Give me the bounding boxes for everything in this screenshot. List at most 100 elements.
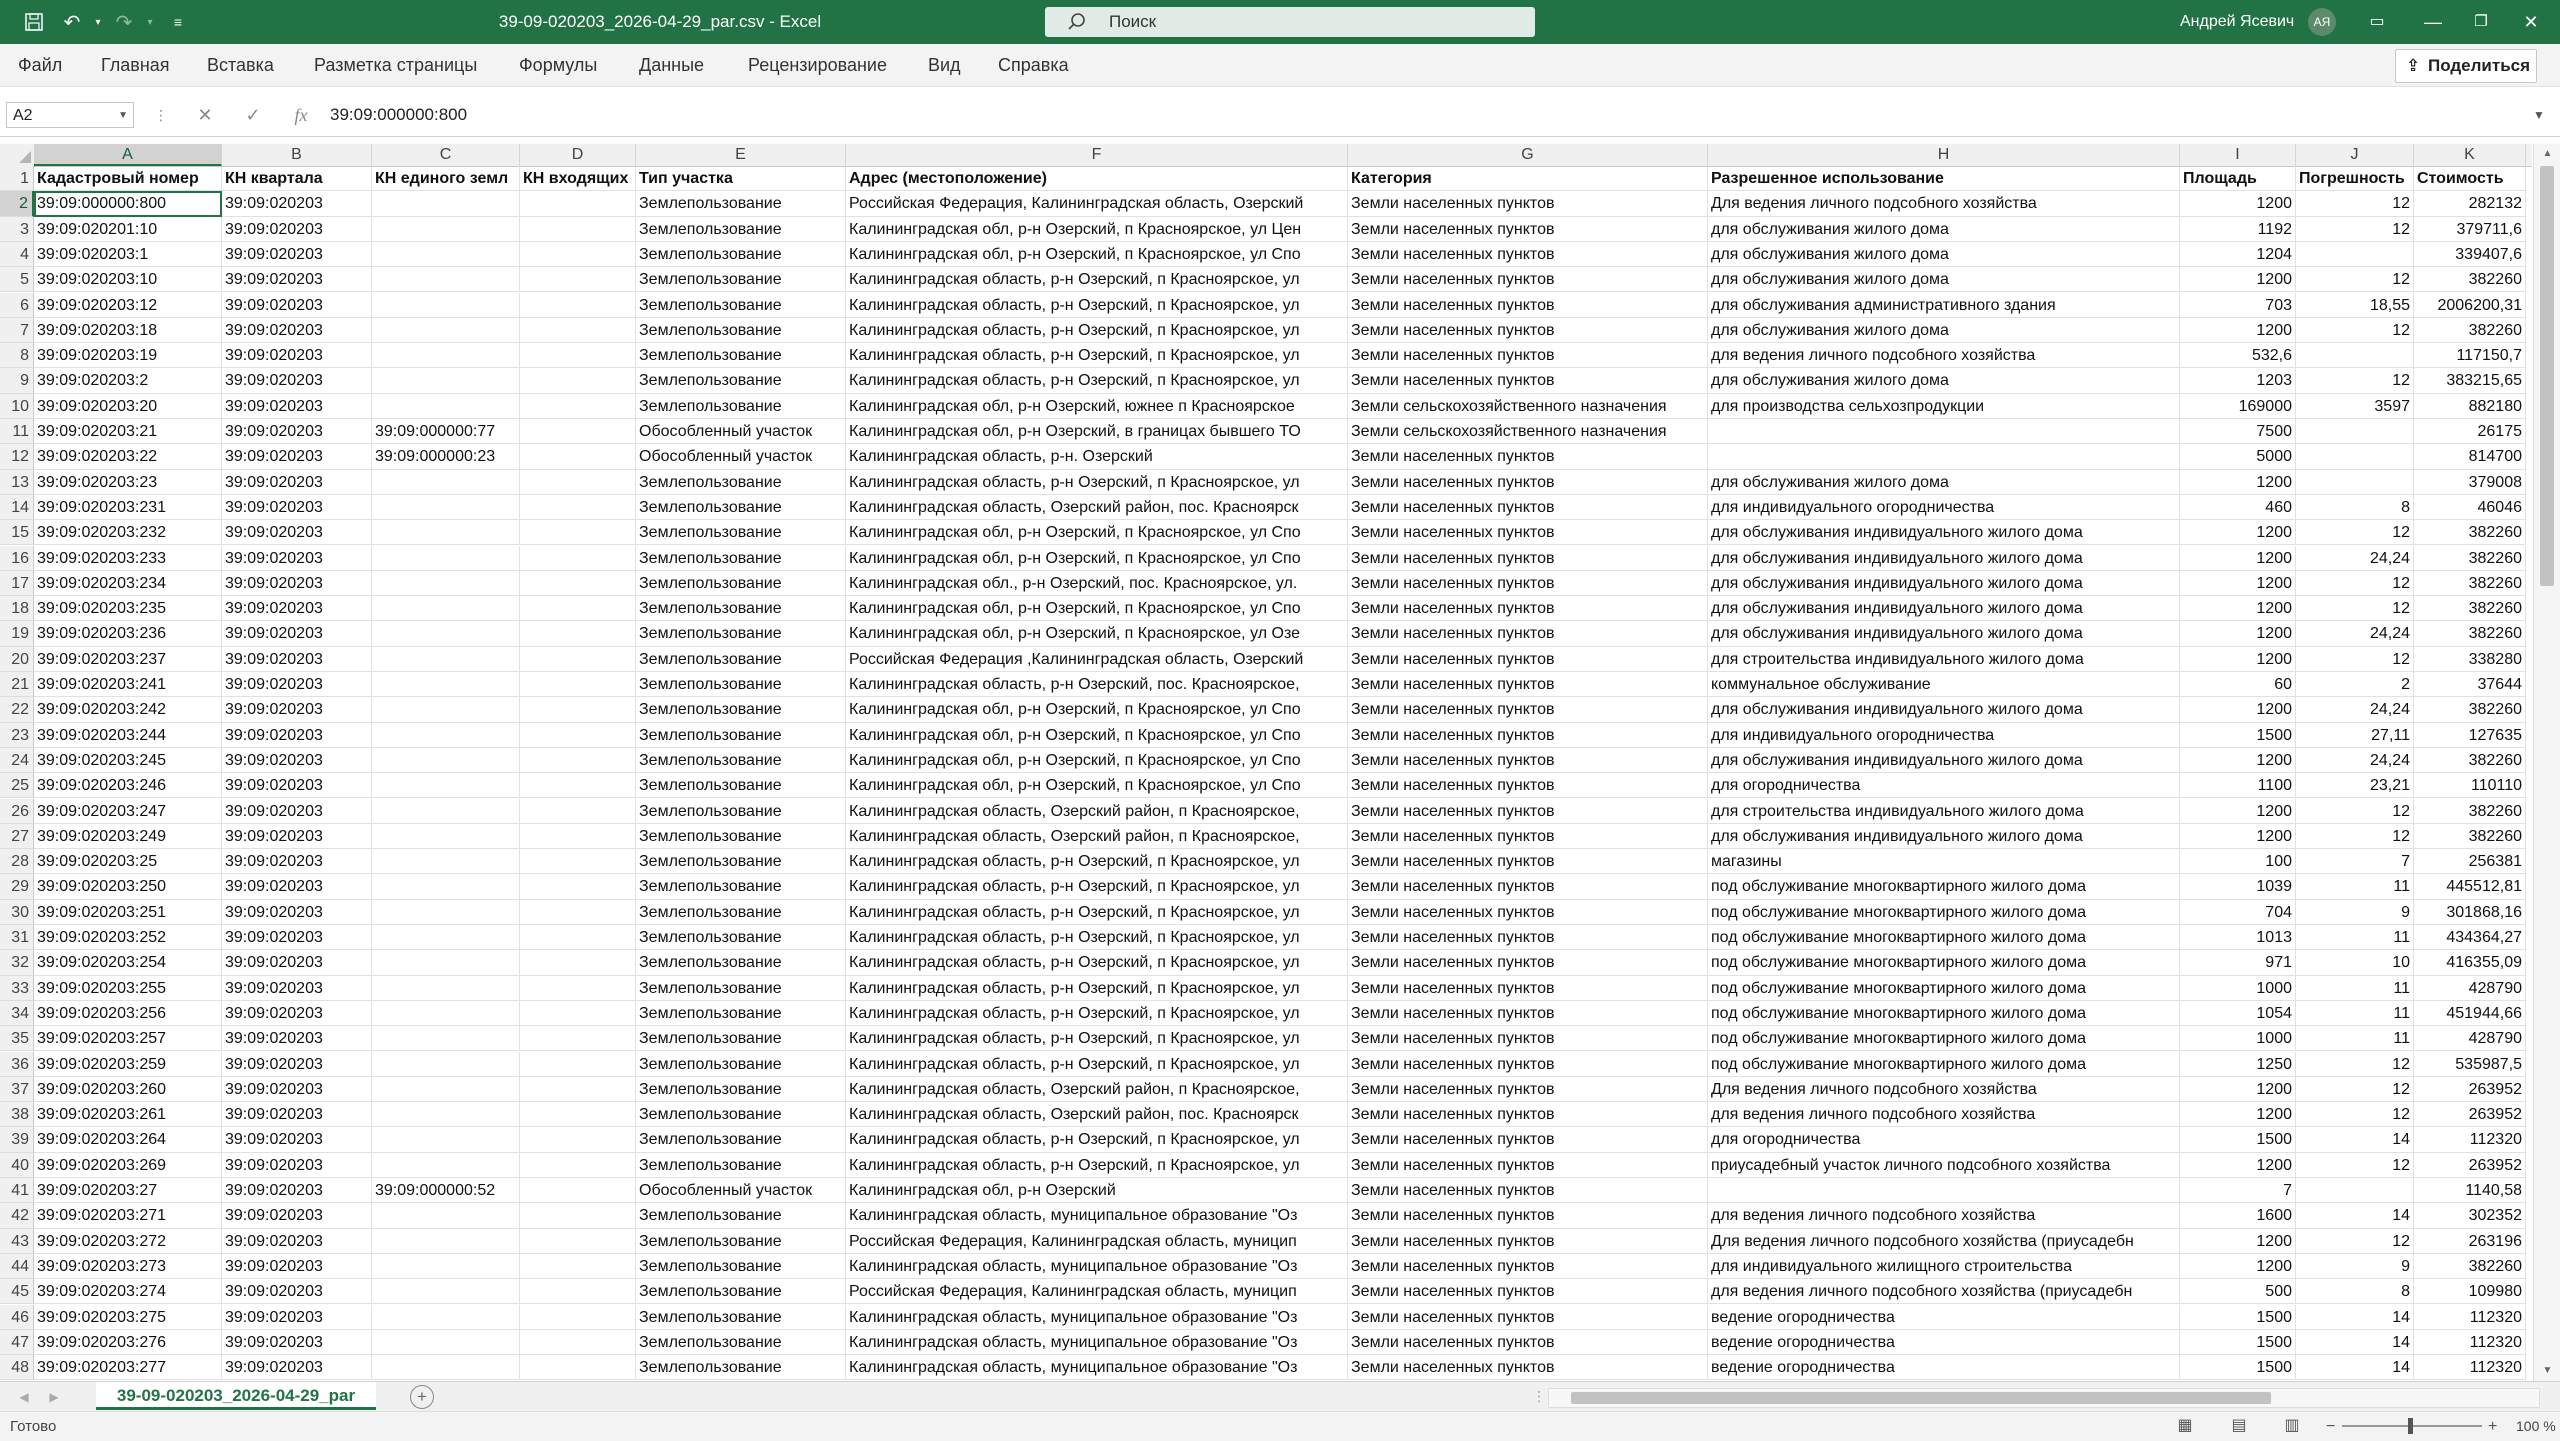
table-cell[interactable]: 39:09:020203:274 — [34, 1279, 222, 1305]
table-cell[interactable]: Землепользование — [636, 950, 846, 976]
table-cell[interactable]: 24,24 — [2296, 621, 2414, 647]
table-cell[interactable] — [520, 1203, 636, 1229]
table-cell[interactable]: 39:09:020203:261 — [34, 1102, 222, 1128]
table-cell[interactable] — [520, 1076, 636, 1103]
tab-formulas[interactable]: Формулы — [519, 44, 597, 86]
table-cell[interactable] — [372, 317, 520, 344]
insert-function-icon[interactable]: fx — [286, 102, 316, 128]
select-all-corner[interactable] — [0, 144, 35, 166]
table-cell[interactable]: 339407,6 — [2414, 241, 2526, 268]
table-cell[interactable]: 379008 — [2414, 469, 2526, 495]
table-cell[interactable]: Калининградская область, Озерский район,… — [846, 1102, 1348, 1128]
table-cell[interactable]: 39:09:020203 — [222, 1000, 372, 1027]
row-header[interactable]: 6 — [0, 292, 34, 318]
table-cell[interactable] — [372, 1253, 520, 1280]
table-cell[interactable]: 39:09:020203:260 — [34, 1076, 222, 1103]
table-cell[interactable]: Землепользование — [636, 596, 846, 622]
table-cell[interactable]: Землепользование — [636, 1228, 846, 1254]
table-cell[interactable]: для обслуживания административного здани… — [1708, 292, 2180, 318]
table-cell[interactable]: под обслуживание многоквартирного жилого… — [1708, 1051, 2180, 1077]
table-cell[interactable] — [372, 1102, 520, 1128]
table-cell[interactable]: Калининградская область, р-н Озерский, п… — [846, 899, 1348, 925]
table-cell[interactable]: Землепользование — [636, 747, 846, 774]
row-header[interactable]: 21 — [0, 672, 34, 698]
table-cell[interactable]: 12 — [2296, 317, 2414, 344]
table-cell[interactable]: Калининградская область, муниципальное о… — [846, 1329, 1348, 1356]
vertical-scroll-thumb[interactable] — [2540, 166, 2554, 586]
table-cell[interactable] — [372, 241, 520, 268]
table-cell[interactable]: 39:09:020203 — [222, 874, 372, 900]
table-cell[interactable]: 382260 — [2414, 697, 2526, 723]
table-cell[interactable]: Землепользование — [636, 317, 846, 344]
column-title-cell[interactable]: Тип участка — [636, 166, 846, 192]
table-cell[interactable]: Землепользование — [636, 1279, 846, 1305]
table-cell[interactable]: Землепользование — [636, 1152, 846, 1178]
table-cell[interactable] — [372, 1304, 520, 1330]
table-cell[interactable]: 12 — [2296, 191, 2414, 217]
table-cell[interactable]: Землепользование — [636, 925, 846, 951]
row-header[interactable]: 24 — [0, 747, 34, 774]
vertical-scrollbar[interactable]: ▲ ▼ — [2533, 144, 2560, 1381]
table-cell[interactable]: 39:09:020203:241 — [34, 672, 222, 698]
table-cell[interactable] — [372, 596, 520, 622]
row-header[interactable]: 18 — [0, 596, 34, 622]
column-header-j[interactable]: J — [2296, 144, 2414, 166]
table-cell[interactable]: 39:09:020203 — [222, 747, 372, 774]
spreadsheet-grid[interactable]: ABCDEFGHIJK 1 Кадастровый номер КН квартал… — [0, 144, 2532, 1381]
table-cell[interactable] — [372, 393, 520, 419]
row-header[interactable]: 14 — [0, 494, 34, 521]
table-cell[interactable]: Калининградская область, р-н Озерский, п… — [846, 950, 1348, 976]
table-cell[interactable]: 1200 — [2180, 621, 2296, 647]
row-header[interactable]: 19 — [0, 621, 34, 647]
table-cell[interactable]: 882180 — [2414, 393, 2526, 419]
table-cell[interactable]: Земли населенных пунктов — [1348, 1304, 1708, 1330]
table-cell[interactable]: Землепользование — [636, 368, 846, 394]
table-cell[interactable] — [1708, 1178, 2180, 1204]
redo-dropdown-icon[interactable]: ▾ — [136, 8, 164, 36]
table-cell[interactable]: 39:09:000000:77 — [372, 419, 520, 445]
table-cell[interactable]: 9 — [2296, 1253, 2414, 1280]
row-header[interactable]: 8 — [0, 343, 34, 369]
table-cell[interactable]: Землепользование — [636, 849, 846, 875]
table-cell[interactable]: Земли населенных пунктов — [1348, 191, 1708, 217]
table-cell[interactable]: Калининградская область, муниципальное о… — [846, 1304, 1348, 1330]
table-cell[interactable]: Калининградская область, р-н Озерский, п… — [846, 317, 1348, 344]
table-cell[interactable]: 1140,58 — [2414, 1178, 2526, 1204]
column-title-cell[interactable]: КН единого земл — [372, 166, 520, 192]
table-cell[interactable]: Калининградская область, р-н Озерский, п… — [846, 368, 1348, 394]
table-cell[interactable] — [520, 469, 636, 495]
table-cell[interactable] — [372, 267, 520, 293]
table-cell[interactable]: 39:09:020203:273 — [34, 1253, 222, 1280]
table-cell[interactable]: 1500 — [2180, 722, 2296, 748]
table-cell[interactable]: 39:09:020203 — [222, 343, 372, 369]
table-cell[interactable] — [372, 849, 520, 875]
undo-dropdown-icon[interactable]: ▾ — [84, 8, 112, 36]
row-header[interactable]: 37 — [0, 1076, 34, 1103]
table-cell[interactable]: 39:09:020203:244 — [34, 722, 222, 748]
table-cell[interactable]: для обслуживания индивидуального жилого … — [1708, 697, 2180, 723]
row-header[interactable]: 27 — [0, 823, 34, 850]
table-cell[interactable]: 39:09:020203:254 — [34, 950, 222, 976]
table-cell[interactable]: Калининградская обл., р-н Озерский, пос.… — [846, 570, 1348, 597]
table-cell[interactable]: 39:09:020203 — [222, 1203, 372, 1229]
table-cell[interactable] — [520, 494, 636, 521]
table-cell[interactable]: 39:09:020203:21 — [34, 419, 222, 445]
table-cell[interactable]: 338280 — [2414, 646, 2526, 672]
table-cell[interactable]: 39:09:020203 — [222, 494, 372, 521]
table-cell[interactable]: 1000 — [2180, 975, 2296, 1001]
close-icon[interactable]: ✕ — [2506, 0, 2556, 44]
table-cell[interactable]: 39:09:020203:275 — [34, 1304, 222, 1330]
table-cell[interactable]: для индивидуального огородничества — [1708, 722, 2180, 748]
row-header[interactable]: 46 — [0, 1304, 34, 1330]
table-cell[interactable]: 39:09:020203 — [222, 621, 372, 647]
table-cell[interactable]: Земли сельскохозяйственного назначения — [1348, 419, 1708, 445]
table-cell[interactable]: 39:09:020203:25 — [34, 849, 222, 875]
table-cell[interactable]: Земли населенных пунктов — [1348, 1329, 1708, 1356]
sheet-tab[interactable]: 39-09-020203_2026-04-29_par — [96, 1382, 376, 1410]
row-header[interactable]: 17 — [0, 570, 34, 597]
table-cell[interactable]: 39:09:020203 — [222, 950, 372, 976]
table-cell[interactable]: Калининградская область, р-н Озерский, п… — [846, 267, 1348, 293]
row-header[interactable]: 4 — [0, 241, 34, 268]
table-cell[interactable] — [520, 1253, 636, 1280]
table-cell[interactable]: 39:09:020203 — [222, 596, 372, 622]
